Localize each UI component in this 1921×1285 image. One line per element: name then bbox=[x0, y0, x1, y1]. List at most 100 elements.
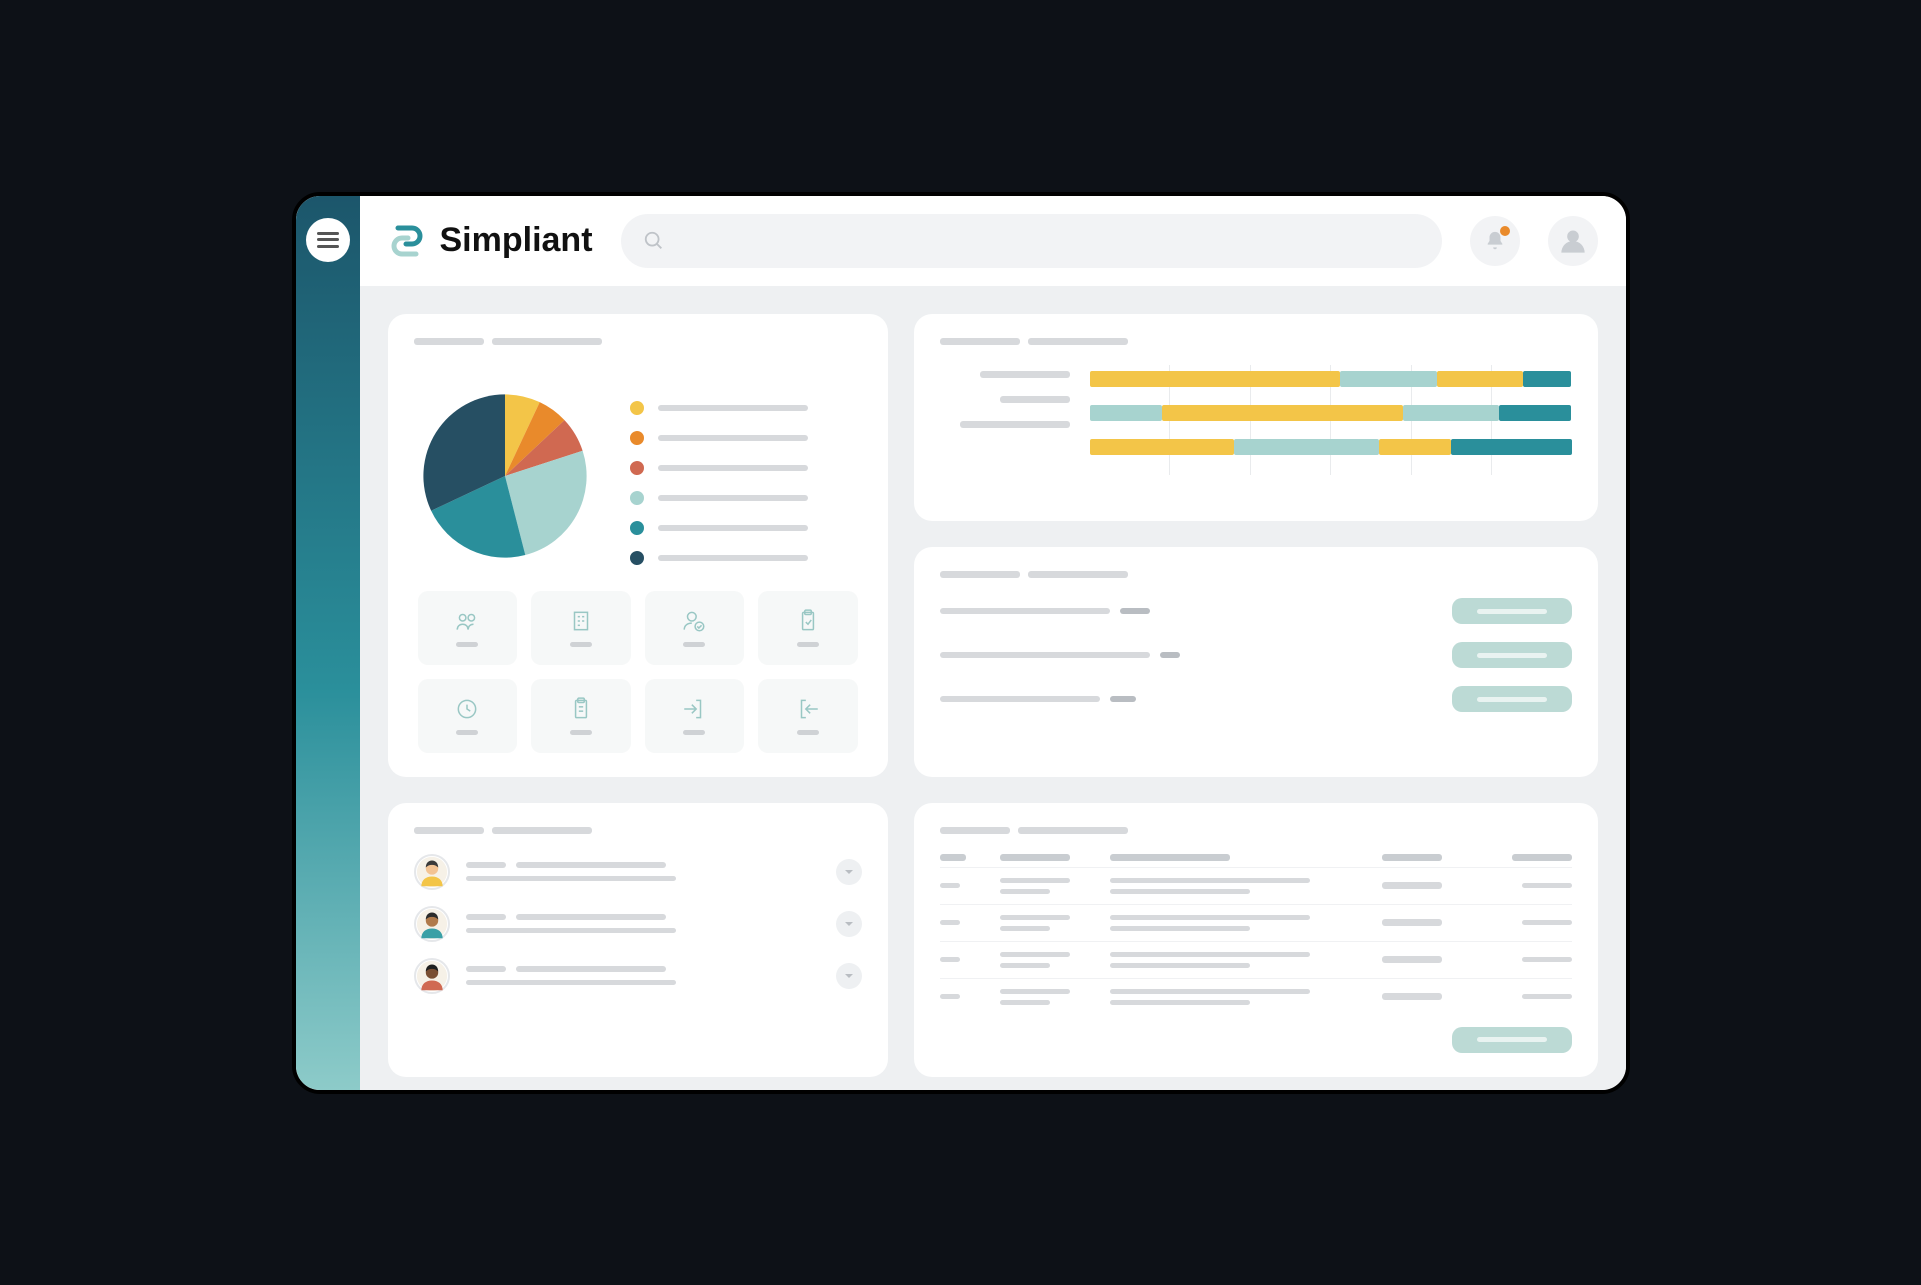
alert-action-label bbox=[1477, 609, 1547, 614]
cell-0 bbox=[940, 920, 960, 925]
table-row bbox=[940, 941, 1572, 978]
shortcut-user-check[interactable] bbox=[645, 591, 745, 665]
legend-label bbox=[658, 465, 808, 471]
legend-dot-icon bbox=[630, 491, 644, 505]
cell-status bbox=[1382, 882, 1442, 889]
cell-1b bbox=[1000, 963, 1050, 968]
person-sub2 bbox=[466, 928, 676, 933]
notifications-button[interactable] bbox=[1470, 216, 1520, 266]
shortcut-label bbox=[797, 730, 819, 735]
alerts-card bbox=[914, 547, 1598, 777]
cell-2b bbox=[1110, 1000, 1250, 1005]
expand-button[interactable] bbox=[836, 911, 862, 937]
logout-icon bbox=[795, 696, 821, 722]
person-name bbox=[466, 914, 506, 920]
cell-2b bbox=[1110, 926, 1250, 931]
user-check-icon bbox=[681, 608, 707, 634]
overview-card bbox=[388, 314, 888, 777]
alert-action-button[interactable] bbox=[1452, 598, 1572, 624]
table-card bbox=[914, 803, 1598, 1077]
timeline-bar bbox=[1162, 405, 1403, 421]
overview-title bbox=[414, 338, 862, 345]
chevron-down-icon bbox=[843, 970, 855, 982]
alert-row bbox=[940, 642, 1572, 668]
brand-name: Simpliant bbox=[440, 221, 593, 260]
people-title bbox=[414, 827, 862, 834]
table-col-2 bbox=[1110, 854, 1230, 861]
table-footer-action[interactable] bbox=[1452, 1027, 1572, 1053]
shortcut-label bbox=[456, 642, 478, 647]
legend-label bbox=[658, 525, 808, 531]
timeline-row-label bbox=[1000, 396, 1070, 403]
clock-icon bbox=[454, 696, 480, 722]
cell-0 bbox=[940, 994, 960, 999]
app-frame: Simpliant bbox=[292, 192, 1630, 1094]
cell-1b bbox=[1000, 926, 1050, 931]
timeline-bar bbox=[1379, 439, 1451, 455]
shortcut-login[interactable] bbox=[645, 679, 745, 753]
legend-item bbox=[630, 521, 808, 535]
search-input[interactable] bbox=[621, 214, 1442, 268]
notification-dot-icon bbox=[1500, 226, 1510, 236]
expand-button[interactable] bbox=[836, 859, 862, 885]
table-row bbox=[940, 904, 1572, 941]
cell-1a bbox=[1000, 952, 1070, 957]
shortcut-label bbox=[683, 642, 705, 647]
timeline-bar bbox=[1499, 405, 1571, 421]
cell-1a bbox=[1000, 915, 1070, 920]
cell-2a bbox=[1110, 878, 1310, 883]
table-col-3 bbox=[1382, 854, 1442, 861]
cell-status bbox=[1382, 993, 1442, 1000]
avatar-icon bbox=[1559, 227, 1587, 255]
shortcut-clipboard-check[interactable] bbox=[758, 591, 858, 665]
clipboard-icon bbox=[568, 696, 594, 722]
shortcut-label bbox=[570, 730, 592, 735]
shortcut-clock[interactable] bbox=[418, 679, 518, 753]
chevron-down-icon bbox=[843, 866, 855, 878]
timeline-row-label bbox=[980, 371, 1070, 378]
person-row bbox=[414, 958, 862, 994]
timeline-bar bbox=[1340, 371, 1436, 387]
alert-row bbox=[940, 686, 1572, 712]
search-field[interactable] bbox=[675, 232, 1420, 250]
alert-action-button[interactable] bbox=[1452, 642, 1572, 668]
alerts-title bbox=[940, 571, 1572, 578]
shortcut-building[interactable] bbox=[531, 591, 631, 665]
cell-2b bbox=[1110, 889, 1250, 894]
menu-button[interactable] bbox=[306, 218, 350, 262]
expand-button[interactable] bbox=[836, 963, 862, 989]
shortcut-label bbox=[797, 642, 819, 647]
person-name bbox=[466, 862, 506, 868]
cell-1b bbox=[1000, 889, 1050, 894]
person-avatar bbox=[414, 906, 450, 942]
legend-item bbox=[630, 551, 808, 565]
person-sub1 bbox=[516, 862, 666, 868]
alert-action-label bbox=[1477, 697, 1547, 702]
shortcut-people[interactable] bbox=[418, 591, 518, 665]
brand-logo-icon bbox=[384, 218, 430, 264]
person-row bbox=[414, 854, 862, 890]
timeline-bar bbox=[1437, 371, 1524, 387]
cell-1a bbox=[1000, 878, 1070, 883]
pie-chart bbox=[420, 391, 590, 561]
legend-label bbox=[658, 495, 808, 501]
cell-1b bbox=[1000, 1000, 1050, 1005]
alert-extra bbox=[1120, 608, 1150, 614]
cell-2a bbox=[1110, 989, 1310, 994]
cell-2a bbox=[1110, 952, 1310, 957]
cell-status bbox=[1382, 919, 1442, 926]
person-sub2 bbox=[466, 876, 676, 881]
alert-text bbox=[940, 608, 1110, 614]
brand: Simpliant bbox=[384, 218, 593, 264]
shortcut-clipboard[interactable] bbox=[531, 679, 631, 753]
table-row bbox=[940, 867, 1572, 904]
alert-action-label bbox=[1477, 653, 1547, 658]
legend-label bbox=[658, 435, 808, 441]
alert-action-button[interactable] bbox=[1452, 686, 1572, 712]
profile-button[interactable] bbox=[1548, 216, 1598, 266]
topbar: Simpliant bbox=[360, 196, 1626, 286]
people-icon bbox=[454, 608, 480, 634]
table-header bbox=[940, 854, 1572, 861]
shortcut-logout[interactable] bbox=[758, 679, 858, 753]
clipboard-check-icon bbox=[795, 608, 821, 634]
